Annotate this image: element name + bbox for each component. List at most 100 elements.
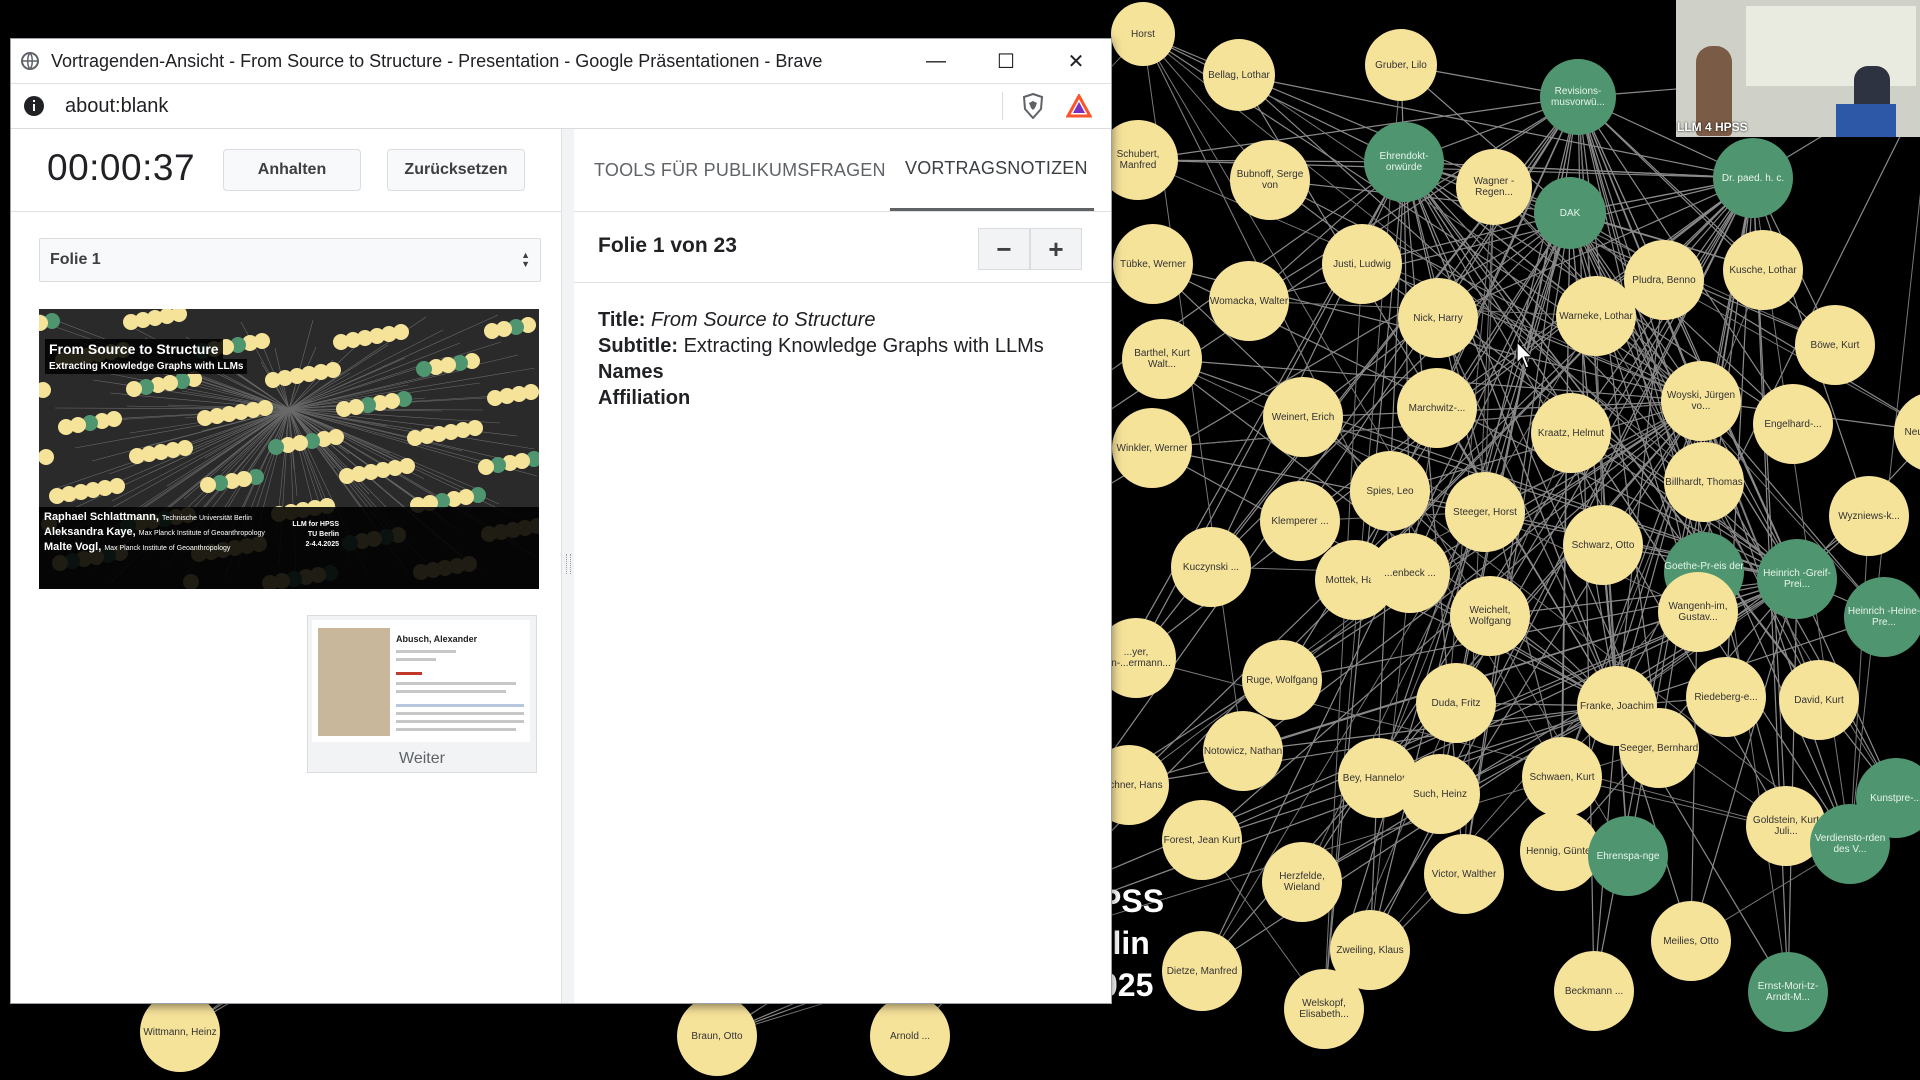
graph-node: Duda, Fritz	[1416, 663, 1496, 743]
text-line	[396, 672, 422, 675]
graph-node: Ruge, Wolfgang	[1242, 640, 1322, 720]
slides-pane: 00:00:37 Anhalten Zurücksetzen Folie 1 ▲…	[11, 129, 562, 1003]
next-slide-preview: Abusch, Alexander	[312, 620, 530, 742]
notes-key: Names	[598, 361, 664, 383]
globe-icon	[19, 50, 41, 72]
info-icon[interactable]	[23, 95, 45, 117]
graph-node: Weinert, Erich	[1263, 377, 1343, 457]
minimize-button[interactable]: —	[901, 39, 971, 83]
tab-speaker-notes[interactable]: VORTRAGSNOTIZEN	[890, 129, 1094, 211]
author-affiliation: Technische Universität Berlin	[161, 515, 252, 522]
zoom-in-button[interactable]: +	[1030, 228, 1082, 270]
notes-line: Names	[598, 359, 1068, 385]
graph-node: Heinrich -Greif-Prei...	[1757, 539, 1837, 619]
notes-header: Folie 1 von 23 − +	[574, 212, 1111, 283]
text-line	[396, 728, 516, 731]
graph-node: Ernst-Mori-tz-Arndt-M...	[1748, 952, 1828, 1032]
tab-bar: TOOLS FÜR PUBLIKUMSFRAGEN VORTRAGSNOTIZE…	[574, 129, 1111, 212]
slide-graph-node	[126, 381, 142, 397]
slide-graph-node	[339, 468, 355, 484]
url-text[interactable]: about:blank	[65, 95, 1002, 118]
brave-shields-icon[interactable]	[1019, 92, 1047, 120]
graph-node: Wittmann, Heinz	[140, 992, 220, 1072]
graph-node: Steeger, Horst	[1445, 472, 1525, 552]
author-name: Malte Vogl,	[44, 541, 102, 553]
brave-rewards-icon[interactable]	[1065, 92, 1093, 120]
grip-icon	[566, 554, 571, 574]
slide-graph-node	[200, 477, 216, 493]
graph-node: Herzfelde, Wieland	[1262, 842, 1342, 922]
notes-key: Affiliation	[598, 387, 691, 409]
slide-graph-node	[58, 419, 74, 435]
author-affiliation: Max Planck Institute of Geoanthropology	[138, 530, 265, 537]
pause-button[interactable]: Anhalten	[223, 149, 361, 191]
mouse-cursor-icon	[1516, 341, 1534, 369]
title-bar: Vortragenden-Ansicht - From Source to St…	[11, 39, 1111, 84]
graph-node: Forest, Jean Kurt	[1162, 800, 1242, 880]
graph-node: Böwe, Kurt	[1795, 305, 1875, 385]
graph-node: Wagner -Regen...	[1456, 149, 1532, 225]
graph-node: Welskopf, Elisabeth...	[1284, 969, 1364, 1049]
next-slide-thumbnail[interactable]: Abusch, Alexander Weiter	[307, 615, 537, 773]
graph-node: Ehrendokt-orwürde	[1364, 122, 1444, 202]
graph-node: Verdiensto-rden des V...	[1810, 804, 1890, 884]
graph-node: Spies, Leo	[1350, 451, 1430, 531]
graph-node: Womacka, Walter	[1209, 261, 1289, 341]
graph-node: Engelhard-...	[1753, 384, 1833, 464]
graph-node: Woyski, Jürgen vo...	[1661, 361, 1741, 441]
graph-node: ...enbeck ...	[1370, 533, 1450, 613]
graph-node: Billhardt, Thomas	[1664, 442, 1744, 522]
speaker-video	[1676, 0, 1920, 137]
zoom-out-button[interactable]: −	[978, 228, 1030, 270]
graph-node: Beckmann ...	[1554, 951, 1634, 1031]
slide-select-value: Folie 1	[50, 251, 101, 268]
maximize-button[interactable]: ☐	[971, 39, 1041, 83]
graph-node: Schwaen, Kurt	[1522, 737, 1602, 817]
close-button[interactable]: ✕	[1041, 39, 1111, 83]
notes-value: From Source to Structure	[650, 309, 876, 331]
graph-node: Kraatz, Helmut	[1531, 393, 1611, 473]
reset-button[interactable]: Zurücksetzen	[387, 149, 525, 191]
text-line	[396, 650, 456, 653]
slide-graph-node	[416, 361, 432, 377]
slide-graph-node	[265, 372, 281, 388]
graph-node: David, Kurt	[1779, 660, 1859, 740]
slide-graph-node	[197, 410, 213, 426]
next-slide-heading: Abusch, Alexander	[396, 634, 478, 644]
slide-event-line: 2-4.4.2025	[305, 541, 339, 548]
author-affiliation: Max Planck Institute of Geoanthropology	[104, 545, 231, 552]
graph-node: Horst	[1111, 2, 1175, 66]
graph-node: Gruber, Lilo	[1365, 29, 1437, 101]
graph-node: Wyzniews-k...	[1829, 476, 1909, 556]
graph-node: Such, Heinz	[1400, 754, 1480, 834]
slide-event-line: LLM for HPSS	[292, 521, 339, 528]
text-line	[396, 658, 436, 661]
slide-author: Aleksandra Kaye, Max Planck Institute of…	[44, 526, 265, 538]
projection-screen	[1746, 6, 1916, 86]
address-bar: about:blank	[11, 84, 1111, 129]
slide-graph-node	[487, 390, 503, 406]
graph-node: Bellag, Lothar	[1203, 39, 1275, 111]
current-slide-preview[interactable]: From Source to Structure Extracting Know…	[39, 309, 539, 589]
slide-select[interactable]: Folie 1 ▲ ▼	[39, 238, 541, 282]
slide-graph-node	[407, 430, 423, 446]
toolbar-separator	[1002, 92, 1003, 120]
pane-resize-handle[interactable]	[562, 129, 574, 1003]
graph-node: Barthel, Kurt Walt...	[1122, 319, 1202, 399]
notes-pane: TOOLS FÜR PUBLIKUMSFRAGEN VORTRAGSNOTIZE…	[574, 129, 1111, 1003]
text-line	[396, 720, 524, 723]
graph-node: Dr. paed. h. c.	[1713, 138, 1793, 218]
slide-event-line: TU Berlin	[307, 531, 339, 538]
graph-node: Nick, Harry	[1398, 278, 1478, 358]
presenter-content: 00:00:37 Anhalten Zurücksetzen Folie 1 ▲…	[11, 129, 1111, 1003]
speaker-notes[interactable]: Title: From Source to Structure Subtitle…	[598, 307, 1068, 411]
notes-line: Affiliation	[598, 385, 1068, 411]
graph-node: Bubnoff, Serge von	[1230, 140, 1310, 220]
graph-node: Riedeberg-e...	[1686, 657, 1766, 737]
graph-node: Heinrich -Heine-Pre...	[1844, 577, 1920, 657]
tab-audience-tools[interactable]: TOOLS FÜR PUBLIKUMSFRAGEN	[594, 129, 886, 211]
notes-title-line: Title: From Source to Structure	[598, 307, 1068, 333]
graph-node: Justi, Ludwig	[1322, 224, 1402, 304]
graph-edge	[1137, 96, 1579, 161]
next-slide-caption: Weiter	[399, 750, 445, 767]
